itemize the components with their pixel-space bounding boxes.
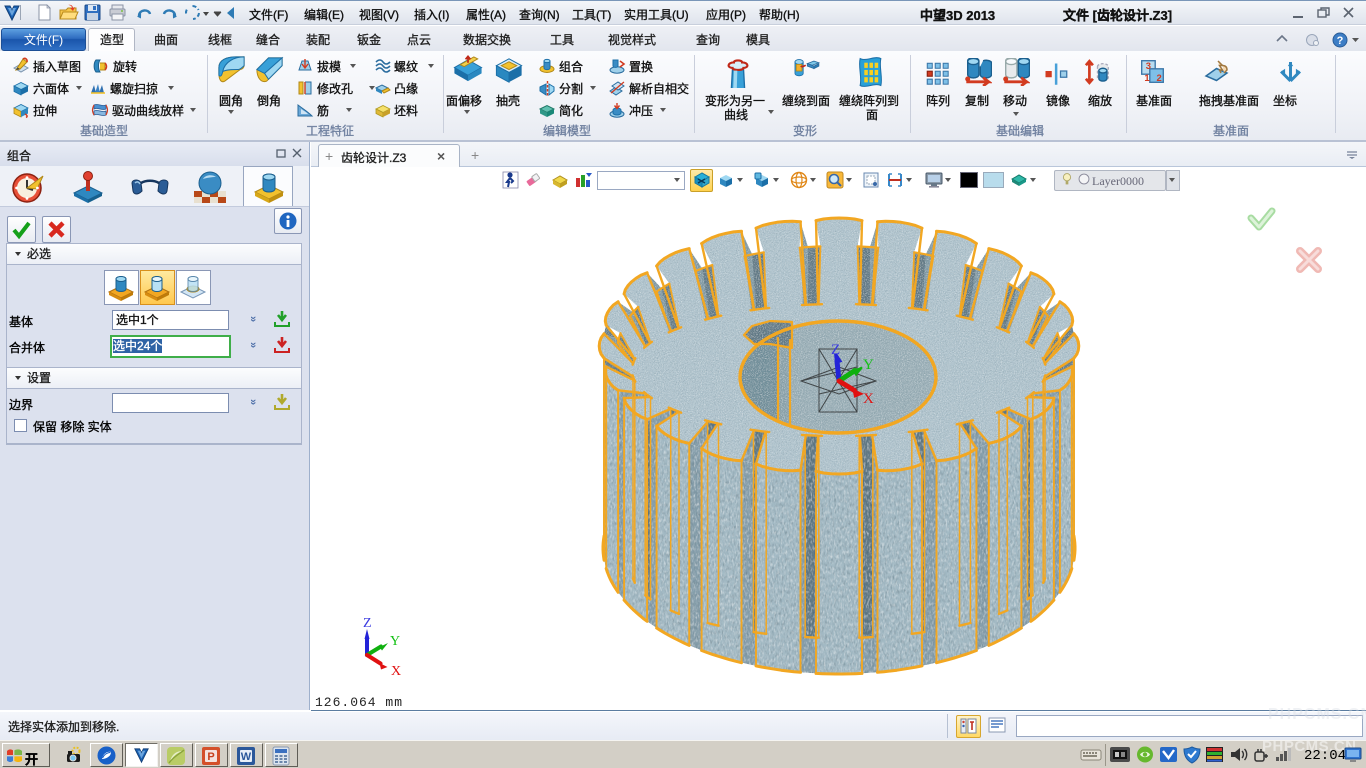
svg-text:Y: Y xyxy=(390,634,400,649)
svg-text:?: ? xyxy=(1337,35,1344,47)
svg-text:P: P xyxy=(207,751,214,763)
svg-text:X: X xyxy=(863,391,874,407)
svg-text:X: X xyxy=(391,664,401,679)
svg-text:3: 3 xyxy=(1146,61,1151,72)
svg-text:W: W xyxy=(241,751,252,763)
svg-text:2: 2 xyxy=(1157,73,1162,84)
svg-text:Y: Y xyxy=(863,357,874,373)
svg-text:Z: Z xyxy=(831,342,840,358)
svg-text:Z: Z xyxy=(363,616,372,631)
svg-text:1: 1 xyxy=(1144,73,1149,84)
